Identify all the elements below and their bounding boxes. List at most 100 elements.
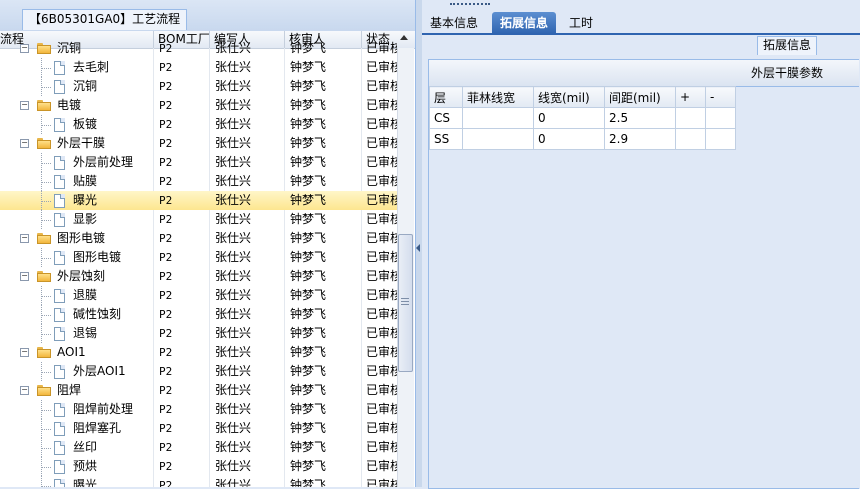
spacing-cell[interactable]: 2.5 (604, 107, 676, 129)
collapse-left-arrow-icon[interactable] (416, 244, 420, 252)
folder-icon (37, 43, 51, 54)
collapse-node-icon[interactable]: − (20, 272, 29, 281)
layer-cell[interactable]: SS (429, 128, 463, 150)
collapse-node-icon[interactable]: − (20, 139, 29, 148)
flow-name-cell: 碱性蚀刻 (73, 307, 122, 321)
collapse-node-icon[interactable]: − (20, 348, 29, 357)
layer-cell[interactable]: CS (429, 107, 463, 129)
tree-connector (41, 410, 51, 411)
writer-cell: 张仕兴 (215, 326, 252, 340)
table-row[interactable]: − 外层蚀刻 P2 张仕兴 钟梦飞 已审核 (0, 267, 397, 286)
sort-ascending-icon[interactable] (400, 35, 408, 40)
writer-cell: 张仕兴 (215, 478, 252, 487)
reviewer-cell: 钟梦飞 (290, 250, 327, 264)
table-row[interactable]: 预烘 P2 张仕兴 钟梦飞 已审核 (0, 457, 397, 476)
tab-basic-info[interactable]: 基本信息 (426, 12, 482, 34)
document-icon (54, 118, 65, 132)
flow-name-cell: 阻焊 (57, 383, 82, 397)
table-row[interactable]: 板镀 P2 张仕兴 钟梦飞 已审核 (0, 115, 397, 134)
flow-name-cell: 曝光 (73, 193, 98, 207)
writer-cell: 张仕兴 (215, 440, 252, 454)
film-line-width-cell[interactable] (462, 128, 534, 150)
reviewer-cell: 钟梦飞 (290, 307, 327, 321)
table-row[interactable]: 退膜 P2 张仕兴 钟梦飞 已审核 (0, 286, 397, 305)
bom-factory-cell: P2 (159, 270, 173, 283)
bom-factory-cell: P2 (159, 137, 173, 150)
process-flow-title[interactable]: 【6B05301GA0】工艺流程 (22, 9, 188, 30)
table-row[interactable]: − 电镀 P2 张仕兴 钟梦飞 已审核 (0, 96, 397, 115)
table-row[interactable]: − 图形电镀 P2 张仕兴 钟梦飞 已审核 (0, 229, 397, 248)
tree-connector (41, 68, 51, 69)
status-cell: 已审核 (366, 440, 397, 454)
table-row[interactable]: CS 0 2.5 (429, 107, 736, 129)
remove-cell[interactable] (705, 128, 736, 150)
add-cell[interactable] (675, 128, 706, 150)
table-row[interactable]: 曝光 P2 张仕兴 钟梦飞 已审核 (0, 191, 397, 210)
tree-connector (41, 448, 51, 449)
tree-connector (41, 296, 51, 297)
table-row[interactable]: 外层前处理 P2 张仕兴 钟梦飞 已审核 (0, 153, 397, 172)
writer-cell: 张仕兴 (215, 60, 252, 74)
table-row[interactable]: − 沉铜 P2 张仕兴 钟梦飞 已审核 (0, 41, 397, 58)
detail-panel: 基本信息 拓展信息 工时 拓展信息 外层干膜参数 层 菲林线宽 线宽(mil) … (422, 0, 860, 489)
document-icon (54, 80, 65, 94)
bom-factory-cell: P2 (159, 99, 173, 112)
collapse-node-icon[interactable]: − (20, 386, 29, 395)
parameters-header: 外层干膜参数 (429, 60, 859, 87)
table-row[interactable]: 阻焊塞孔 P2 张仕兴 钟梦飞 已审核 (0, 419, 397, 438)
table-row[interactable]: 阻焊前处理 P2 张仕兴 钟梦飞 已审核 (0, 400, 397, 419)
table-row[interactable]: − 外层干膜 P2 张仕兴 钟梦飞 已审核 (0, 134, 397, 153)
collapse-node-icon[interactable]: − (20, 44, 29, 53)
table-row[interactable]: 外层AOI1 P2 张仕兴 钟梦飞 已审核 (0, 362, 397, 381)
status-cell: 已审核 (366, 250, 397, 264)
status-cell: 已审核 (366, 231, 397, 245)
reviewer-cell: 钟梦飞 (290, 421, 327, 435)
process-flow-panel: 【6B05301GA0】工艺流程 流程 BOM工厂 编写人 核审人 状态 − 沉铜… (0, 0, 416, 487)
tab-work-hours[interactable]: 工时 (566, 12, 596, 34)
table-row[interactable]: 丝印 P2 张仕兴 钟梦飞 已审核 (0, 438, 397, 457)
table-row[interactable]: 去毛刺 P2 张仕兴 钟梦飞 已审核 (0, 58, 397, 77)
table-row[interactable]: 碱性蚀刻 P2 张仕兴 钟梦飞 已审核 (0, 305, 397, 324)
flow-name-cell: 板镀 (73, 117, 98, 131)
table-row[interactable]: 退锡 P2 张仕兴 钟梦飞 已审核 (0, 324, 397, 343)
collapse-node-icon[interactable]: − (20, 234, 29, 243)
bom-factory-cell: P2 (159, 156, 173, 169)
table-row[interactable]: 显影 P2 张仕兴 钟梦飞 已审核 (0, 210, 397, 229)
table-row[interactable]: 沉铜 P2 张仕兴 钟梦飞 已审核 (0, 77, 397, 96)
subtab-extended-info[interactable]: 拓展信息 (757, 36, 818, 55)
table-row[interactable]: 图形电镀 P2 张仕兴 钟梦飞 已审核 (0, 248, 397, 267)
writer-cell: 张仕兴 (215, 231, 252, 245)
table-row[interactable]: 曝光 P2 张仕兴 钟梦飞 已审核 (0, 476, 397, 487)
collapse-node-icon[interactable]: − (20, 101, 29, 110)
film-line-width-cell[interactable] (462, 107, 534, 129)
remove-cell[interactable] (705, 107, 736, 129)
reviewer-cell: 钟梦飞 (290, 478, 327, 487)
status-cell: 已审核 (366, 345, 397, 359)
writer-cell: 张仕兴 (215, 459, 252, 473)
table-row[interactable]: − 阻焊 P2 张仕兴 钟梦飞 已审核 (0, 381, 397, 400)
status-cell: 已审核 (366, 60, 397, 74)
table-row[interactable]: − AOI1 P2 张仕兴 钟梦飞 已审核 (0, 343, 397, 362)
reviewer-cell: 钟梦飞 (290, 117, 327, 131)
folder-icon (37, 271, 51, 282)
folder-icon (37, 347, 51, 358)
tab-extended-info[interactable]: 拓展信息 (492, 12, 556, 34)
table-row[interactable]: SS 0 2.9 (429, 128, 736, 150)
add-cell[interactable] (675, 107, 706, 129)
parameters-table-header-row: 层 菲林线宽 线宽(mil) 间距(mil) + - (429, 86, 736, 108)
line-width-cell[interactable]: 0 (533, 107, 605, 129)
reviewer-cell: 钟梦飞 (290, 60, 327, 74)
document-icon (54, 460, 65, 474)
bom-factory-cell: P2 (159, 289, 173, 302)
status-cell: 已审核 (366, 193, 397, 207)
writer-cell: 张仕兴 (215, 79, 252, 93)
scrollbar-thumb[interactable] (398, 234, 413, 372)
spacing-cell[interactable]: 2.9 (604, 128, 676, 150)
line-width-cell[interactable]: 0 (533, 128, 605, 150)
reviewer-cell: 钟梦飞 (290, 98, 327, 112)
add-row-button[interactable]: + (675, 86, 706, 108)
remove-row-button[interactable]: - (705, 86, 736, 108)
header-film-line-width: 菲林线宽 (462, 86, 534, 108)
table-row[interactable]: 贴膜 P2 张仕兴 钟梦飞 已审核 (0, 172, 397, 191)
flow-name-cell: 预烘 (73, 459, 98, 473)
